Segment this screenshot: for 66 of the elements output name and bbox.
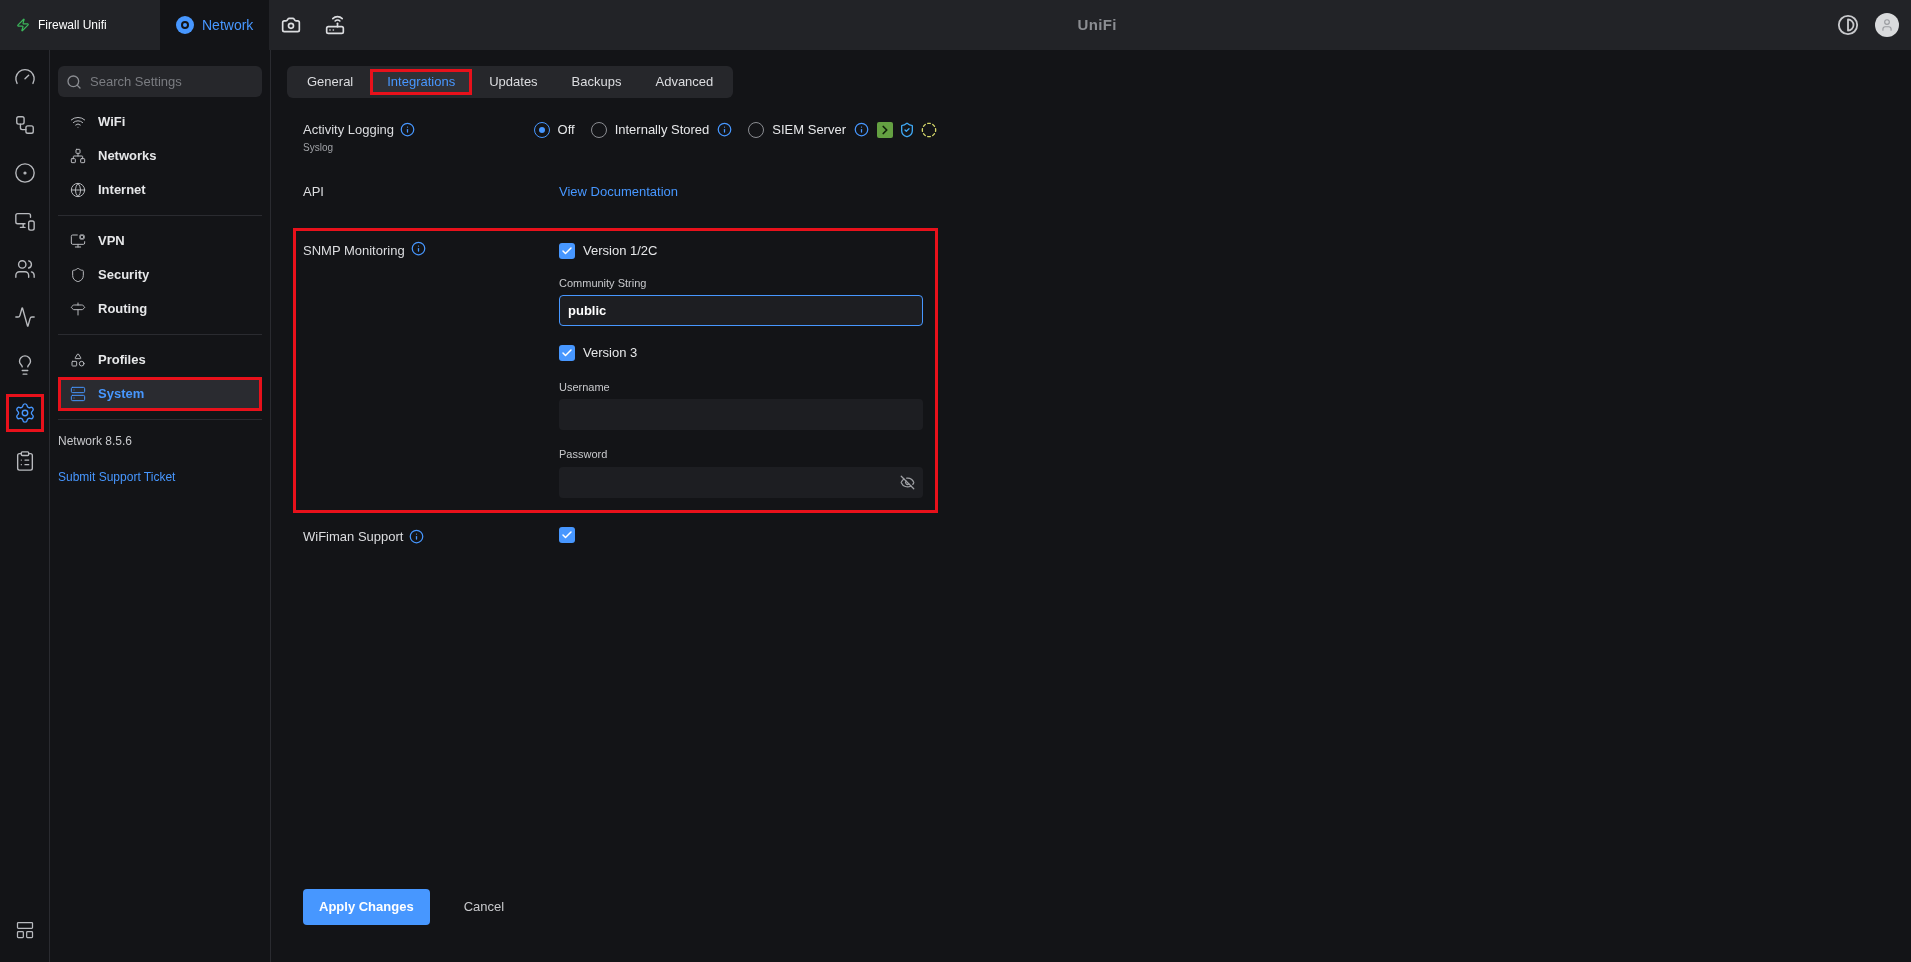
setting-label: SNMP Monitoring (303, 242, 405, 260)
app-tab[interactable]: Network (160, 0, 270, 50)
ring-icon (921, 121, 937, 138)
version-label: Network 8.5.6 (58, 433, 134, 450)
tab[interactable]: Backups (554, 69, 639, 95)
checkbox-label: Version 1/2C (583, 242, 658, 260)
info-icon[interactable] (409, 528, 425, 544)
support-link[interactable]: Submit Support Ticket (58, 468, 262, 486)
checkbox[interactable] (559, 242, 575, 259)
network-app-icon (176, 16, 194, 34)
setting-label: Activity Logging (303, 121, 395, 139)
setting-sublabel: Syslog (303, 140, 334, 155)
terminal-icon (877, 121, 893, 138)
info-icon[interactable] (717, 122, 733, 138)
shield-icon (899, 121, 915, 138)
checkbox-label: Version 3 (583, 344, 638, 362)
tab[interactable]: Advanced (638, 69, 731, 95)
info-icon[interactable] (410, 241, 426, 256)
field-label: Community String (559, 275, 648, 291)
field-label: Username (559, 379, 611, 395)
brand-logo: UniFi (1077, 14, 1117, 35)
monitor-icon (70, 233, 86, 249)
checkmark-icon (561, 346, 573, 359)
server-icon (70, 386, 86, 402)
radio-label: Off (557, 121, 575, 139)
shapes-icon (70, 352, 86, 368)
sidebar-item[interactable]: VPN (58, 224, 262, 258)
tab[interactable]: General (290, 69, 371, 95)
avatar[interactable] (1875, 13, 1899, 37)
documentation-link[interactable]: View Documentation (559, 182, 678, 228)
setting-label: WiFiman Support (303, 527, 404, 546)
bolt-icon (16, 18, 30, 32)
sidebar-item[interactable]: Profiles (58, 343, 262, 377)
shield-icon (70, 267, 86, 283)
sidebar-item[interactable]: Security (58, 258, 262, 292)
sidebar-item[interactable]: Internet (58, 173, 262, 207)
sidebar-item[interactable]: Networks (58, 139, 262, 173)
sidebar-item[interactable]: WiFi (58, 105, 262, 139)
checkmark-icon (561, 244, 573, 257)
checkbox[interactable] (559, 344, 575, 361)
sidebar-item[interactable]: System (58, 377, 262, 411)
checkbox[interactable] (559, 526, 575, 543)
cancel-button[interactable]: Cancel (463, 897, 505, 917)
password-field[interactable] (559, 466, 923, 498)
floorplan-icon[interactable] (14, 920, 35, 940)
setting-label: API (303, 183, 325, 201)
network-icon (70, 148, 86, 164)
radio-label: SIEM Server (772, 121, 846, 139)
tab[interactable]: Updates (472, 69, 555, 95)
checkmark-icon (561, 528, 573, 541)
search-field[interactable]: Search Settings (58, 66, 262, 97)
search-icon (66, 74, 82, 90)
info-icon[interactable] (854, 122, 869, 138)
globe-icon (70, 182, 86, 198)
wifi-icon (70, 114, 86, 130)
info-icon[interactable] (400, 122, 416, 138)
theme-toggle-icon[interactable] (1837, 14, 1859, 36)
tab[interactable]: Integrations (370, 69, 473, 95)
rail-button[interactable] (5, 394, 44, 432)
hide-password-icon[interactable] (900, 474, 915, 490)
signpost-icon (70, 301, 86, 317)
sidebar-item[interactable]: Routing (58, 292, 262, 326)
community-string-field[interactable]: public (559, 295, 923, 326)
field-label: Password (559, 447, 609, 462)
site-tab[interactable]: Firewall Unifi (0, 0, 160, 50)
radio-label: Internally Stored (614, 121, 710, 139)
